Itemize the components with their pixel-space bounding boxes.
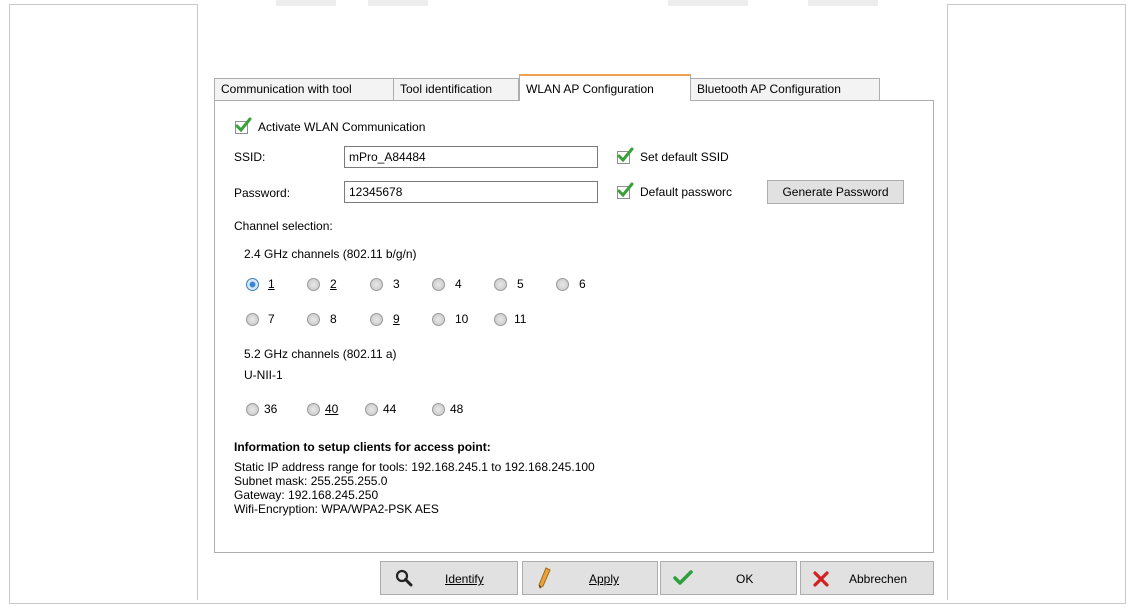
channel-44-radio[interactable] [365, 403, 378, 416]
channel-2-radio[interactable] [307, 278, 320, 291]
channel-2-label: 2 [330, 277, 337, 291]
channel-7-radio[interactable] [246, 313, 259, 326]
channel-48-radio[interactable] [432, 403, 445, 416]
default-ssid-checkbox[interactable] [617, 147, 634, 164]
channel-11-label: 11 [514, 312, 527, 326]
channel-36-radio[interactable] [246, 403, 259, 416]
channel-7-label: 7 [268, 312, 275, 326]
tab-wlan-ap-configuration[interactable]: WLAN AP Configuration [519, 74, 691, 101]
password-label: Password: [234, 186, 291, 200]
identify-button[interactable]: Identify [380, 561, 518, 595]
tab-bluetooth-ap-configuration[interactable]: Bluetooth AP Configuration [690, 78, 880, 100]
channel-4-label: 4 [455, 277, 462, 291]
channel-8-radio[interactable] [307, 313, 320, 326]
channel-3-radio[interactable] [370, 278, 383, 291]
band24-label: 2.4 GHz channels (802.11 b/g/n) [244, 247, 417, 261]
channel-10-label: 10 [455, 312, 469, 326]
info-ip-range: Static IP address range for tools: 192.1… [234, 460, 595, 474]
checkmark-icon [617, 147, 634, 163]
channel-1-label: 1 [268, 277, 275, 291]
channel-3-label: 3 [393, 277, 400, 291]
info-subnet-mask: Subnet mask: 255.255.255.0 [234, 474, 388, 488]
band5-label: 5.2 GHz channels (802.11 a) [244, 347, 397, 361]
ok-button[interactable]: OK [660, 561, 797, 595]
channel-8-label: 8 [330, 312, 337, 326]
checkmark-icon [673, 570, 693, 585]
ok-button-label: OK [736, 572, 754, 586]
channel-6-label: 6 [579, 277, 586, 291]
cancel-button-label: Abbrechen [849, 572, 908, 586]
apply-button-label: Apply [589, 572, 620, 586]
channel-44-label: 44 [383, 402, 397, 416]
channel-1-radio[interactable] [246, 278, 259, 291]
channel-9-radio[interactable] [370, 313, 383, 326]
activate-wlan-label: Activate WLAN Communication [258, 120, 426, 134]
default-password-checkbox[interactable] [617, 182, 634, 199]
cutoff-element [668, 0, 748, 6]
cutoff-element [368, 0, 428, 6]
channel-6-radio[interactable] [556, 278, 569, 291]
tab-tool-identification[interactable]: Tool identification [393, 78, 519, 100]
info-gateway: Gateway: 192.168.245.250 [234, 488, 379, 502]
apply-button[interactable]: Apply [522, 561, 658, 595]
pencil-icon [538, 567, 551, 589]
info-heading: Information to setup clients for access … [234, 440, 491, 454]
checkmark-icon [617, 182, 634, 198]
tab-communication-with-tool[interactable]: Communication with tool [214, 78, 394, 100]
identify-button-label: Identify [445, 572, 484, 586]
magnifier-icon [395, 569, 413, 587]
channel-48-label: 48 [450, 402, 464, 416]
default-ssid-label: Set default SSID [640, 150, 729, 164]
channel-11-radio[interactable] [494, 313, 507, 326]
channel-36-label: 36 [264, 402, 278, 416]
channel-40-label: 40 [325, 402, 339, 416]
channel-4-radio[interactable] [432, 278, 445, 291]
channel-selection-heading: Channel selection: [234, 219, 333, 233]
password-input[interactable]: 12345678 [344, 181, 598, 203]
ssid-input[interactable]: mPro_A84484 [344, 146, 598, 168]
activate-wlan-checkbox[interactable] [235, 117, 252, 134]
checkmark-icon [235, 117, 252, 133]
cancel-button[interactable]: Abbrechen [800, 561, 934, 595]
default-password-label: Default passworc [640, 185, 733, 199]
channel-5-label: 5 [517, 277, 524, 291]
close-icon [813, 571, 829, 587]
cutoff-element [276, 0, 336, 6]
cutoff-element [808, 0, 878, 6]
ssid-label: SSID: [234, 150, 266, 164]
channel-10-radio[interactable] [432, 313, 445, 326]
channel-9-label: 9 [393, 312, 400, 326]
info-encryption: Wifi-Encryption: WPA/WPA2-PSK AES [234, 502, 439, 516]
band5-sub-label: U-NII-1 [244, 368, 283, 382]
channel-40-radio[interactable] [307, 403, 320, 416]
generate-password-button[interactable]: Generate Password [767, 180, 904, 204]
channel-5-radio[interactable] [494, 278, 507, 291]
